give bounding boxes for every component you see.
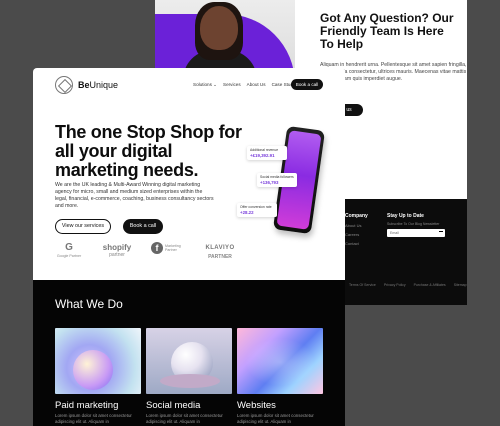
meta-partner-badge: f Marketing Partner xyxy=(151,242,185,254)
stat-card: Offer conversion rate +28.22 xyxy=(237,203,277,217)
section-heading: What We Do xyxy=(55,297,123,311)
footer-legal-link[interactable]: Sitemap xyxy=(454,283,467,287)
paid-marketing-image[interactable] xyxy=(55,328,141,394)
stat-value: +£19,392.91 xyxy=(250,153,275,158)
footer-legal-link[interactable]: Privacy Policy xyxy=(384,283,406,287)
footer-link[interactable]: About Us xyxy=(345,223,368,228)
top-nav: BeUnique Solutions ⌄ Services About Us C… xyxy=(33,68,345,104)
google-icon: G xyxy=(65,242,73,253)
logo-icon[interactable] xyxy=(55,76,73,94)
partner-caption: Marketing Partner xyxy=(165,244,181,252)
stat-label: Social media followers xyxy=(260,175,294,179)
klaviyo-partner-badge: KLAVIYO PARTNER xyxy=(203,242,237,260)
stat-label: Offer conversion rate xyxy=(240,205,272,209)
front-page: BeUnique Solutions ⌄ Services About Us C… xyxy=(33,68,345,426)
nav-book-call-button[interactable]: Book a call xyxy=(291,79,323,90)
footer-link[interactable]: Careers xyxy=(345,232,368,237)
newsletter-heading: Stay Up to Date xyxy=(387,213,424,219)
service-title[interactable]: Websites xyxy=(237,400,276,411)
brand-rest: Unique xyxy=(89,80,119,90)
stat-value: +28.22 xyxy=(240,210,254,215)
stat-label: Additional revenue xyxy=(250,148,279,152)
service-title[interactable]: Social media xyxy=(146,400,200,411)
hero-heading: The one Stop Shop for all your digital m… xyxy=(55,122,242,180)
brand-logo[interactable]: BeUnique xyxy=(78,80,118,90)
email-placeholder: Email xyxy=(390,231,399,235)
service-description: Lorem ipsum dolor sit amet consectetur a… xyxy=(146,413,223,424)
websites-image[interactable] xyxy=(237,328,323,394)
footer-legal-links: Terms Of Service Privacy Policy Purchase… xyxy=(349,283,467,287)
contact-heading: Got Any Question? Our Friendly Team Is H… xyxy=(320,11,454,51)
view-services-button[interactable]: View our services xyxy=(55,219,111,234)
what-we-do-section: What We Do Paid marketing Social media W… xyxy=(33,280,345,426)
shopify-partner-badge: shopify partner xyxy=(99,242,135,258)
klaviyo-icon: KLAVIYO xyxy=(205,245,235,251)
arrow-right-icon[interactable] xyxy=(439,231,443,235)
nav-services[interactable]: Services xyxy=(223,82,241,88)
nav-solutions[interactable]: Solutions ⌄ xyxy=(193,82,217,88)
footer-legal-link[interactable]: Purchase & Affiliates xyxy=(414,283,446,287)
back-footer: Company About Us Careers Contact Stay Up… xyxy=(345,199,467,305)
footer-link[interactable]: Contact xyxy=(345,241,368,246)
stat-card: Social media followers +136,793 xyxy=(257,173,297,187)
book-call-button[interactable]: Book a call xyxy=(123,219,163,234)
partner-caption: Google Partner xyxy=(56,254,82,258)
footer-newsletter: Stay Up to Date Subscribe To Our Blog Ne… xyxy=(387,213,449,237)
footer-legal-link[interactable]: Terms Of Service xyxy=(349,283,376,287)
team-photo xyxy=(155,0,295,70)
newsletter-email-input[interactable]: Email xyxy=(387,229,445,237)
partner-caption: PARTNER xyxy=(208,254,232,260)
newsletter-subtitle: Subscribe To Our Blog Newsletter xyxy=(387,222,440,226)
service-description: Lorem ipsum dolor sit amet consectetur a… xyxy=(237,413,314,424)
nav-links: Solutions ⌄ Services About Us Case Studi… xyxy=(193,82,299,88)
stat-card: Additional revenue +£19,392.91 xyxy=(247,146,287,160)
footer-company-column: Company About Us Careers Contact xyxy=(345,213,368,246)
brand-bold: Be xyxy=(78,80,90,90)
service-description: Lorem ipsum dolor sit amet consectetur a… xyxy=(55,413,132,424)
hero-paragraph: We are the UK leading & Multi-Award Winn… xyxy=(55,182,214,209)
facebook-icon: f xyxy=(151,242,163,254)
person-face xyxy=(200,6,238,50)
nav-about[interactable]: About Us xyxy=(247,82,266,88)
partner-logos: G Google Partner shopify partner f Marke… xyxy=(55,242,235,264)
footer-company-heading: Company xyxy=(345,213,368,219)
google-partner-badge: G Google Partner xyxy=(55,242,83,258)
social-media-image[interactable] xyxy=(146,328,232,394)
stat-value: +136,793 xyxy=(260,180,279,185)
service-title[interactable]: Paid marketing xyxy=(55,400,118,411)
